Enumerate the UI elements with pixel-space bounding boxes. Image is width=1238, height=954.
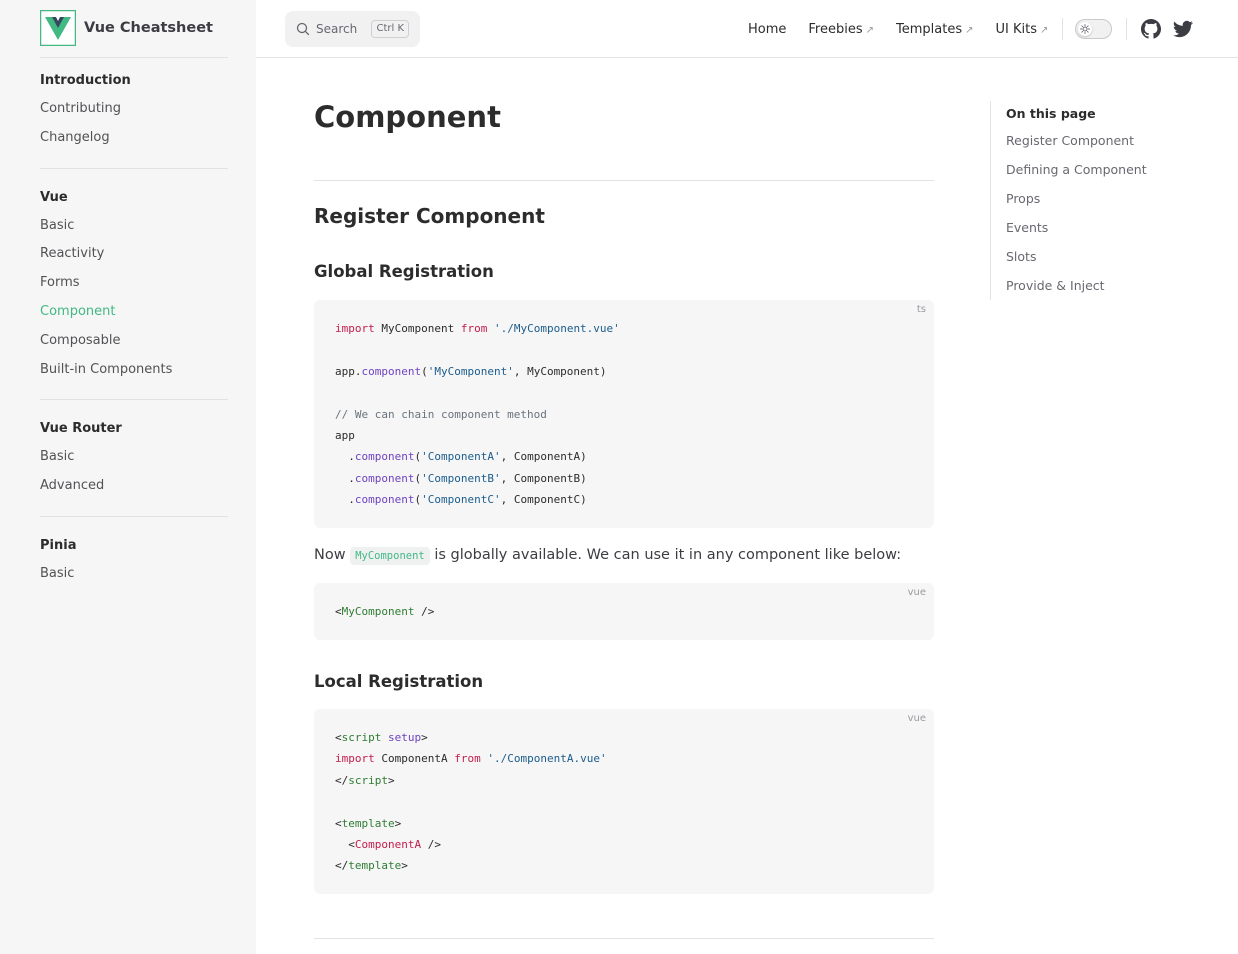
divider bbox=[314, 938, 934, 939]
sidebar-item-router-advanced[interactable]: Advanced bbox=[40, 472, 228, 501]
nav-group-title: Vue bbox=[40, 189, 68, 205]
code-block: vue <MyComponent /> bbox=[314, 583, 934, 640]
paragraph-text: is globally available. We can use it in … bbox=[434, 547, 902, 563]
nav-link-ui-kits[interactable]: UI Kits ↗ bbox=[996, 22, 1049, 37]
nav-group-title: Pinia bbox=[40, 537, 77, 553]
github-icon[interactable] bbox=[1141, 19, 1161, 39]
vue-logo-icon bbox=[40, 10, 76, 46]
nav-link-templates[interactable]: Templates ↗ bbox=[896, 22, 973, 37]
brand-title: Vue Cheatsheet bbox=[84, 20, 213, 36]
sidebar-nav: Introduction Contributing Changelog Vue … bbox=[40, 66, 228, 618]
code-content: import MyComponent from './MyComponent.v… bbox=[335, 322, 620, 507]
external-link-icon: ↗ bbox=[965, 24, 974, 36]
sidebar-item-composable[interactable]: Composable bbox=[40, 327, 228, 356]
page-title: Component bbox=[314, 100, 501, 134]
outline-item-register-component[interactable]: Register Component bbox=[1006, 127, 1190, 156]
brand[interactable]: Vue Cheatsheet bbox=[40, 10, 213, 46]
code-block: vue <script setup> import ComponentA fro… bbox=[314, 709, 934, 894]
top-nav: Home Freebies ↗ Templates ↗ UI Kits ↗ bbox=[748, 0, 1070, 58]
sidebar-item-forms[interactable]: Forms bbox=[40, 269, 228, 298]
sidebar-item-contributing[interactable]: Contributing bbox=[40, 95, 228, 124]
twitter-icon[interactable] bbox=[1173, 19, 1193, 39]
nav-group-vue: Vue Basic Reactivity Forms Component Com… bbox=[40, 183, 228, 401]
sidebar: Vue Cheatsheet Introduction Contributing… bbox=[0, 0, 256, 954]
search-shortcut: Ctrl K bbox=[371, 20, 409, 38]
sidebar-item-reactivity[interactable]: Reactivity bbox=[40, 240, 228, 269]
nav-link-label: Templates bbox=[896, 21, 963, 37]
sidebar-item-router-basic[interactable]: Basic bbox=[40, 443, 228, 472]
outline-item-slots[interactable]: Slots bbox=[1006, 243, 1190, 272]
code-content: <script setup> import ComponentA from '.… bbox=[335, 731, 607, 873]
divider bbox=[40, 57, 228, 58]
paragraph-text: Now bbox=[314, 547, 346, 563]
outline-item-defining-a-component[interactable]: Defining a Component bbox=[1006, 156, 1190, 185]
inline-code: MyComponent bbox=[350, 547, 430, 565]
code-language: ts bbox=[916, 304, 926, 315]
search-icon bbox=[296, 22, 310, 36]
external-link-icon: ↗ bbox=[865, 24, 875, 36]
divider bbox=[1126, 18, 1127, 40]
code-language: vue bbox=[907, 587, 926, 598]
paragraph: Now MyComponent is globally available. W… bbox=[314, 547, 902, 565]
theme-toggle[interactable] bbox=[1075, 19, 1112, 39]
code-block: ts import MyComponent from './MyComponen… bbox=[314, 300, 934, 528]
sidebar-item-pinia-basic[interactable]: Basic bbox=[40, 560, 228, 589]
sun-icon bbox=[1078, 22, 1092, 36]
nav-link-label: UI Kits bbox=[995, 21, 1038, 37]
outline-title: On this page bbox=[1006, 106, 1096, 121]
outline-item-props[interactable]: Props bbox=[1006, 185, 1190, 214]
nav-link-label: Home bbox=[748, 21, 787, 37]
sidebar-item-component[interactable]: Component bbox=[40, 298, 228, 327]
outline-item-events[interactable]: Events bbox=[1006, 214, 1190, 243]
code-language: vue bbox=[907, 713, 926, 724]
external-link-icon: ↗ bbox=[1040, 24, 1049, 36]
nav-group-pinia: Pinia Basic bbox=[40, 531, 228, 604]
outline-item-provide-inject[interactable]: Provide & Inject bbox=[1006, 272, 1190, 301]
sidebar-item-changelog[interactable]: Changelog bbox=[40, 124, 228, 153]
divider bbox=[314, 180, 934, 181]
section-heading: Register Component bbox=[314, 204, 545, 228]
subsection-heading: Local Registration bbox=[314, 672, 484, 691]
sidebar-item-built-in-components[interactable]: Built-in Components bbox=[40, 356, 228, 385]
sidebar-item-basic[interactable]: Basic bbox=[40, 212, 228, 241]
nav-group-title: Vue Router bbox=[40, 421, 122, 437]
subsection-heading: Global Registration bbox=[314, 262, 494, 281]
nav-group-vue-router: Vue Router Basic Advanced bbox=[40, 414, 228, 517]
nav-link-label: Freebies bbox=[808, 21, 863, 37]
nav-group-introduction: Introduction Contributing Changelog bbox=[40, 66, 228, 169]
top-bar: Search Ctrl K Home Freebies ↗ Templates ↗ … bbox=[256, 0, 1238, 58]
nav-link-home[interactable]: Home bbox=[748, 22, 786, 37]
code-content: <MyComponent /> bbox=[335, 605, 435, 618]
nav-group-title: Introduction bbox=[40, 73, 131, 88]
nav-link-freebies[interactable]: Freebies ↗ bbox=[808, 22, 874, 37]
search-button[interactable]: Search Ctrl K bbox=[285, 11, 420, 47]
divider bbox=[1062, 18, 1063, 40]
page-outline: On this page Register Component Defining… bbox=[990, 101, 1190, 301]
search-label: Search bbox=[316, 22, 358, 36]
